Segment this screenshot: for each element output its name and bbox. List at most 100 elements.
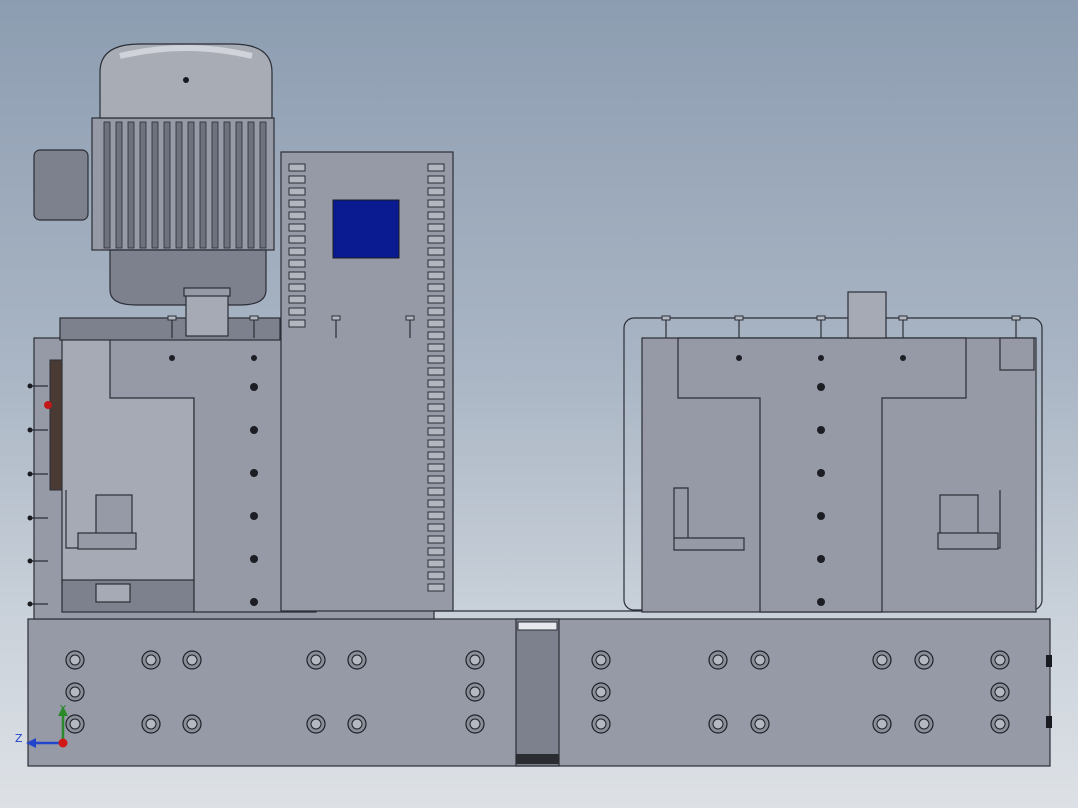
vent-slot xyxy=(427,559,445,568)
vent-slot xyxy=(288,187,306,196)
vent-slot xyxy=(427,163,445,172)
base-pin-bottom xyxy=(1046,716,1052,728)
base-bolt-head xyxy=(469,718,481,730)
bracket-hole xyxy=(250,426,258,434)
base-bolt-head xyxy=(994,654,1006,666)
vent-slot xyxy=(427,211,445,220)
bracket-hole xyxy=(250,512,258,520)
top-stud-head xyxy=(331,315,341,321)
motor-fin xyxy=(139,121,147,249)
bracket-hole xyxy=(250,469,258,477)
vent-slot xyxy=(288,175,306,184)
vent-slot xyxy=(427,511,445,520)
base-bolt-head xyxy=(712,718,724,730)
left-side-bracket xyxy=(49,359,63,491)
right-clamp-base xyxy=(937,532,999,550)
stud-tip xyxy=(27,601,33,607)
vent-slot xyxy=(427,175,445,184)
right-clamp-block xyxy=(939,494,979,536)
motor-fin xyxy=(211,121,219,249)
base-bolt-head xyxy=(145,654,157,666)
motor-fin xyxy=(163,121,171,249)
base-center-channel xyxy=(515,618,560,767)
vent-slot xyxy=(427,271,445,280)
motor-fin xyxy=(151,121,159,249)
vent-slot xyxy=(427,307,445,316)
bracket-hole xyxy=(169,355,175,361)
base-pin-top xyxy=(1046,655,1052,667)
motor-fin xyxy=(259,121,267,249)
base-bolt-head xyxy=(712,654,724,666)
top-stud-head xyxy=(734,315,744,321)
base-bolt-head xyxy=(994,718,1006,730)
motor-fin xyxy=(175,121,183,249)
vent-slot xyxy=(288,283,306,292)
control-display[interactable] xyxy=(332,199,400,259)
drain-port xyxy=(95,583,131,603)
bracket-hole xyxy=(250,555,258,563)
vent-slot xyxy=(427,499,445,508)
vent-slot xyxy=(427,331,445,340)
vent-slot xyxy=(427,451,445,460)
motor-fin xyxy=(235,121,243,249)
bracket-hole xyxy=(250,598,258,606)
bracket-hole xyxy=(817,383,825,391)
left-clamp-block xyxy=(95,494,133,536)
bracket-hole xyxy=(736,355,742,361)
base-bolt-head xyxy=(351,718,363,730)
stud-tip xyxy=(27,427,33,433)
vent-slot xyxy=(427,427,445,436)
bracket-hole xyxy=(817,555,825,563)
top-stud-head xyxy=(898,315,908,321)
vent-slot xyxy=(427,523,445,532)
stud-tip xyxy=(27,515,33,521)
vent-slot xyxy=(427,319,445,328)
vent-slot xyxy=(427,391,445,400)
triad-y-label: Y xyxy=(60,704,67,715)
base-bolt-head xyxy=(469,654,481,666)
vent-slot xyxy=(427,199,445,208)
motor-terminal-box xyxy=(33,149,89,221)
base-bolt-head xyxy=(595,718,607,730)
motor-fin xyxy=(187,121,195,249)
top-stud-head xyxy=(249,315,259,321)
vent-slot xyxy=(427,475,445,484)
vent-slot xyxy=(427,223,445,232)
vent-slot xyxy=(427,463,445,472)
vent-slot xyxy=(288,259,306,268)
base-bolt-head xyxy=(918,654,930,666)
channel-highlight xyxy=(517,621,558,631)
motor-mount-plate xyxy=(59,317,281,341)
red-indicator xyxy=(44,401,52,409)
pump-coupling xyxy=(185,291,229,337)
base-bolt-head xyxy=(469,686,481,698)
top-stud-head xyxy=(816,315,826,321)
triad-origin xyxy=(58,738,68,748)
right-corner-clip xyxy=(999,337,1035,371)
vent-slot xyxy=(427,439,445,448)
base-bolt-head xyxy=(186,718,198,730)
motor-fin xyxy=(199,121,207,249)
base-bolt-head xyxy=(351,654,363,666)
vent-slot xyxy=(427,187,445,196)
vent-slot xyxy=(427,295,445,304)
base-bolt-head xyxy=(595,654,607,666)
base-bolt-head xyxy=(994,686,1006,698)
channel-foot xyxy=(516,754,559,764)
vent-slot xyxy=(288,163,306,172)
vent-slot xyxy=(288,235,306,244)
motor-fin xyxy=(127,121,135,249)
base-bolt-head xyxy=(595,686,607,698)
vent-slot xyxy=(288,295,306,304)
vent-slot xyxy=(427,283,445,292)
base-bolt-head xyxy=(754,654,766,666)
cad-viewport[interactable]: Y Z xyxy=(0,0,1078,808)
triad-z-label: Z xyxy=(15,732,23,745)
bracket-hole xyxy=(251,355,257,361)
base-bolt-head xyxy=(310,718,322,730)
stud-tip xyxy=(27,471,33,477)
hydraulic-unit-model[interactable] xyxy=(0,0,1078,808)
top-stud-head xyxy=(1011,315,1021,321)
vent-slot xyxy=(427,583,445,592)
vent-slot xyxy=(427,487,445,496)
